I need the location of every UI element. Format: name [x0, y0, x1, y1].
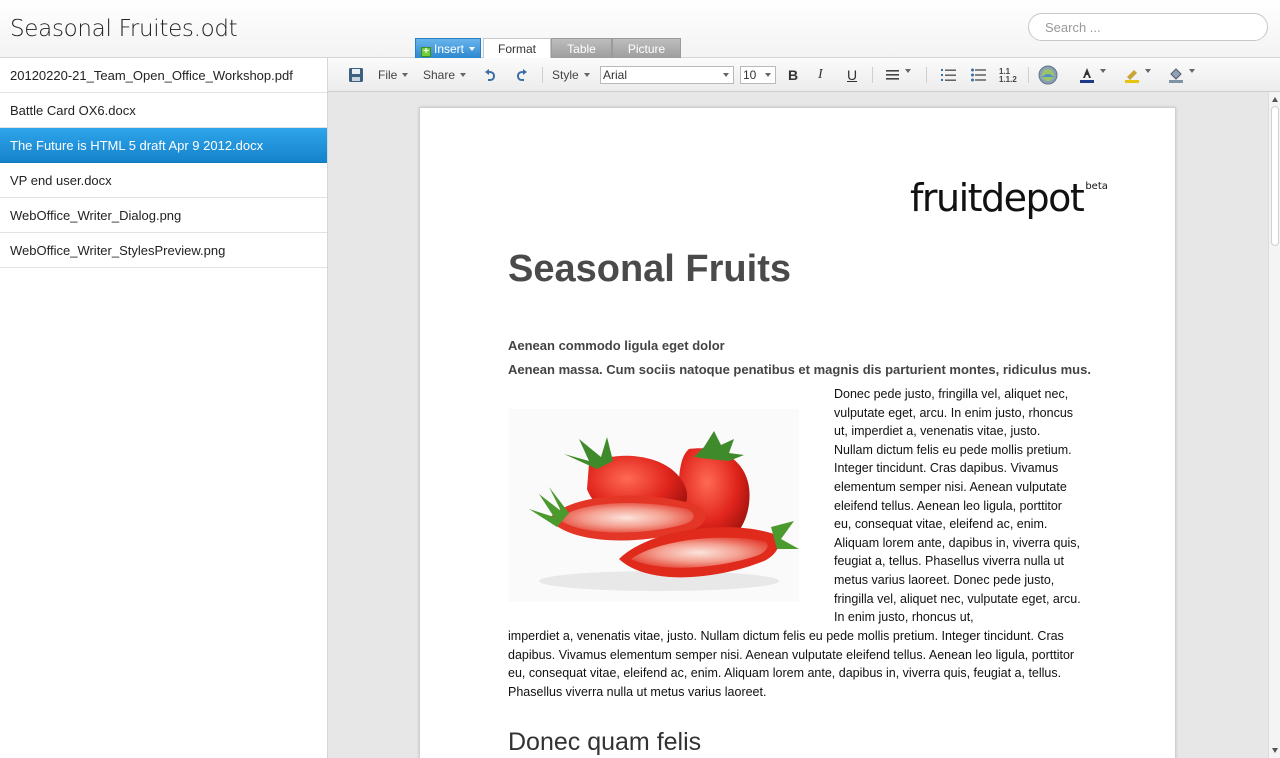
- document-canvas[interactable]: fruitdepot beta Seasonal Fruits Aenean co…: [328, 92, 1268, 758]
- chevron-down-icon: [402, 73, 409, 77]
- chevron-down-icon: [723, 73, 729, 77]
- file-list-item[interactable]: WebOffice_Writer_StylesPreview.png: [0, 233, 327, 268]
- image-globe-icon: [1038, 65, 1058, 85]
- redo-button[interactable]: [514, 58, 532, 92]
- scroll-thumb[interactable]: [1271, 106, 1279, 246]
- align-left-icon: [886, 70, 899, 80]
- share-menu-label: Share: [423, 68, 456, 82]
- chevron-down-icon: [583, 73, 590, 77]
- font-size-value: 10: [743, 68, 757, 82]
- insert-image-button[interactable]: [1038, 58, 1058, 92]
- style-menu-label: Style: [552, 68, 579, 82]
- wrapped-paragraph: Donec pede justo, fringilla vel, aliquet…: [834, 387, 1081, 625]
- fruitdepot-logo: fruitdepot beta: [910, 176, 1108, 220]
- numbered-list-icon: [941, 69, 956, 81]
- file-menu[interactable]: File: [378, 58, 409, 92]
- bullet-list-icon: [971, 68, 986, 82]
- font-family-select[interactable]: Arial: [600, 66, 734, 84]
- file-list-item[interactable]: 20120220-21_Team_Open_Office_Workshop.pd…: [0, 58, 327, 93]
- document-page[interactable]: fruitdepot beta Seasonal Fruits Aenean co…: [419, 107, 1176, 758]
- highlight-color-button[interactable]: [1124, 58, 1154, 92]
- app-header: Seasonal Fruites.odt +Insert Format Tabl…: [0, 0, 1280, 59]
- file-list-item[interactable]: Battle Card OX6.docx: [0, 93, 327, 128]
- undo-button[interactable]: [482, 58, 500, 92]
- paragraph-align-button[interactable]: [886, 58, 916, 92]
- numbered-list-button[interactable]: [941, 58, 957, 92]
- search-input[interactable]: [1043, 14, 1253, 40]
- highlighter-icon: [1125, 70, 1139, 83]
- tab-format[interactable]: Format: [483, 38, 551, 59]
- file-list-item[interactable]: VP end user.docx: [0, 163, 327, 198]
- italic-button[interactable]: I: [818, 58, 823, 92]
- toolbar-divider: [926, 67, 927, 83]
- tab-insert-label: Insert: [433, 42, 464, 56]
- redo-icon: [517, 69, 527, 81]
- strawberries-image[interactable]: [509, 409, 799, 602]
- bullet-list-button[interactable]: [971, 58, 987, 92]
- document-heading: Seasonal Fruits: [508, 248, 791, 290]
- font-size-select[interactable]: 10: [740, 66, 776, 84]
- vertical-scrollbar[interactable]: [1268, 92, 1280, 758]
- chevron-down-icon: [1145, 69, 1151, 73]
- chevron-down-icon: [1100, 69, 1106, 73]
- scroll-up-arrow-icon[interactable]: [1272, 97, 1278, 102]
- chevron-down-icon: [765, 73, 771, 77]
- toolbar-divider: [1028, 67, 1029, 83]
- toolbar-divider: [872, 67, 873, 83]
- chevron-down-icon: [469, 47, 475, 51]
- document-subheading: Aenean massa. Cum sociis natoque penatib…: [508, 362, 1091, 377]
- font-color-button[interactable]: [1079, 58, 1109, 92]
- share-menu[interactable]: Share: [423, 58, 467, 92]
- save-button[interactable]: [348, 58, 366, 92]
- chevron-down-icon: [460, 73, 467, 77]
- section-heading: Donec quam felis: [508, 728, 702, 756]
- outline-numbering-button[interactable]: 1.1 1.1.2: [999, 58, 1019, 92]
- floppy-disk-icon: [349, 68, 363, 82]
- logo-beta: beta: [1085, 181, 1108, 192]
- document-title: Seasonal Fruites.odt: [10, 16, 238, 42]
- file-list-item-selected[interactable]: The Future is HTML 5 draft Apr 9 2012.do…: [0, 128, 327, 163]
- chevron-down-icon: [905, 69, 911, 73]
- strawberries-illustration: [509, 409, 799, 602]
- format-toolbar: File Share Style Arial 10 B I U 1.1 1.1.…: [328, 58, 1280, 92]
- background-fill-button[interactable]: [1168, 58, 1198, 92]
- body-paragraph: imperdiet a, venenatis vitae, justo. Nul…: [508, 629, 1075, 699]
- file-list-item[interactable]: WebOffice_Writer_Dialog.png: [0, 198, 327, 233]
- underline-button[interactable]: U: [847, 58, 857, 92]
- file-list-sidebar: 20120220-21_Team_Open_Office_Workshop.pd…: [0, 58, 328, 758]
- style-menu[interactable]: Style: [552, 58, 590, 92]
- search-box[interactable]: [1028, 13, 1268, 41]
- scroll-down-arrow-icon[interactable]: [1272, 748, 1278, 753]
- font-family-value: Arial: [603, 68, 628, 82]
- logo-text: fruitdepot: [910, 176, 1085, 220]
- tab-picture[interactable]: Picture: [612, 38, 681, 58]
- tab-table[interactable]: Table: [551, 38, 612, 58]
- undo-icon: [485, 69, 495, 81]
- bold-button[interactable]: B: [788, 58, 798, 92]
- paint-bucket-icon: [1169, 68, 1183, 83]
- file-menu-label: File: [378, 68, 398, 82]
- font-color-icon: [1080, 68, 1094, 83]
- plus-icon: +: [420, 47, 431, 57]
- chevron-down-icon: [1189, 69, 1195, 73]
- toolbar-divider: [542, 67, 543, 83]
- document-subheading: Aenean commodo ligula eget dolor: [508, 338, 725, 353]
- tab-insert[interactable]: + Insert: [415, 38, 481, 58]
